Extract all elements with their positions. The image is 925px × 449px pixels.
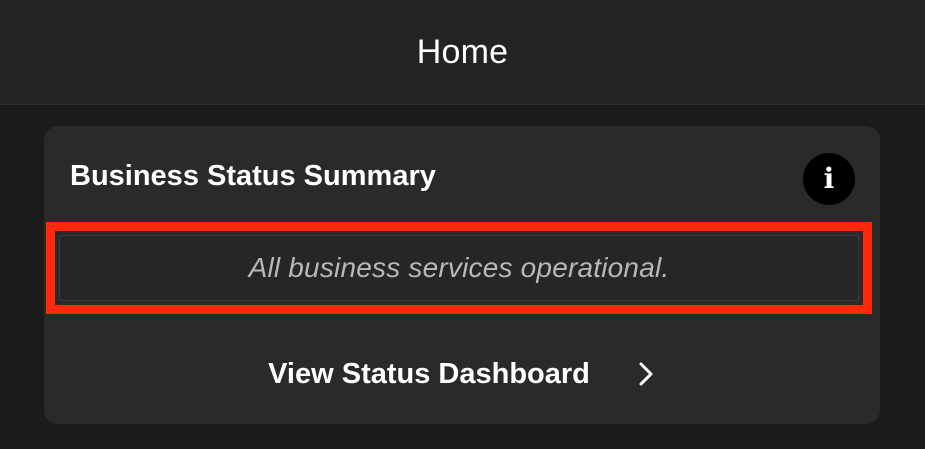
status-message: All business services operational. [248, 252, 670, 283]
status-message-box: All business services operational. [59, 235, 859, 301]
info-button[interactable]: i [803, 153, 855, 205]
status-message-highlight: All business services operational. [46, 222, 872, 314]
business-status-card: Business Status Summary i All business s… [44, 126, 880, 424]
navigation-bar: Home [0, 0, 925, 105]
card-header: Business Status Summary i [44, 126, 880, 230]
card-title: Business Status Summary [70, 160, 436, 192]
page-title: Home [416, 32, 509, 71]
view-status-dashboard-button[interactable]: View Status Dashboard [44, 334, 880, 414]
view-status-dashboard-label: View Status Dashboard [268, 357, 590, 390]
info-icon: i [823, 162, 835, 195]
chevron-right-icon [636, 360, 656, 388]
home-screen: Home Business Status Summary i All busin… [0, 0, 925, 449]
